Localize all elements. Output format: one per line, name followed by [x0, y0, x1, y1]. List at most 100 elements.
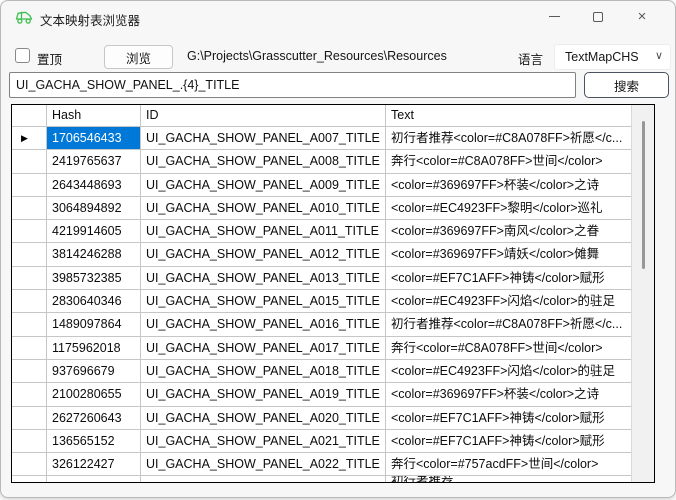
title-bar[interactable]: 文本映射表浏览器 × — [1, 1, 675, 33]
row-selector-cell[interactable] — [12, 220, 47, 242]
language-label: 语言 — [518, 49, 543, 68]
row-selector-cell[interactable] — [12, 174, 47, 196]
column-header-text[interactable]: Text — [386, 105, 631, 126]
table-row[interactable]: 2100280655UI_GACHA_SHOW_PANEL_A019_TITLE… — [12, 383, 631, 406]
cell-id[interactable]: UI_GACHA_SHOW_PANEL_A015_TITLE — [141, 290, 386, 312]
language-select[interactable]: TextMapCHS ∨ — [554, 44, 671, 70]
row-selector-cell[interactable] — [12, 383, 47, 405]
row-selector-cell[interactable] — [12, 267, 47, 289]
cell-text[interactable]: <color=#369697FF>靖妖</color>傩舞 — [386, 243, 631, 265]
chevron-down-icon: ∨ — [655, 49, 663, 62]
cell-id[interactable]: UI_GACHA_SHOW_PANEL_A009_TITLE — [141, 174, 386, 196]
cell-hash[interactable]: 136565152 — [47, 430, 141, 452]
search-button[interactable]: 搜索 — [584, 72, 669, 98]
cell-hash[interactable]: 1706546433 — [47, 127, 141, 149]
cell-hash[interactable]: 937696679 — [47, 360, 141, 382]
row-selector-cell[interactable] — [12, 453, 47, 475]
cell-hash[interactable]: 2419765637 — [47, 150, 141, 172]
cell-hash[interactable]: 2643448693 — [47, 174, 141, 196]
cell-id[interactable]: UI_GACHA_SHOW_PANEL_A010_TITLE — [141, 197, 386, 219]
cell-text[interactable]: <color=#EC4923FF>闪焰</color>的驻足 — [386, 360, 631, 382]
cell-hash[interactable]: 1489097864 — [47, 313, 141, 335]
row-selector-cell[interactable] — [12, 407, 47, 429]
cell-text[interactable]: <color=#369697FF>杯装</color>之诗 — [386, 174, 631, 196]
pin-on-top-checkbox[interactable] — [15, 48, 30, 63]
grid-body: ▶1706546433UI_GACHA_SHOW_PANEL_A007_TITL… — [12, 127, 631, 482]
cell-hash[interactable]: 3814246288 — [47, 243, 141, 265]
cell-text[interactable]: <color=#EC4923FF>黎明</color>巡礼 — [386, 197, 631, 219]
cell-text[interactable]: 初行者推荐<color=#C8A078FF>祈愿</c... — [386, 313, 631, 335]
table-row[interactable]: 1489097864UI_GACHA_SHOW_PANEL_A016_TITLE… — [12, 313, 631, 336]
table-row[interactable]: ▶1706546433UI_GACHA_SHOW_PANEL_A007_TITL… — [12, 127, 631, 150]
cell-text[interactable]: <color=#369697FF>南风</color>之眷 — [386, 220, 631, 242]
cell-id[interactable]: UI_GACHA_SHOW_PANEL_A017_TITLE — [141, 337, 386, 359]
cell-text[interactable]: <color=#EF7C1AFF>神铸</color>赋形 — [386, 267, 631, 289]
minimize-button[interactable] — [532, 2, 576, 31]
vertical-scrollbar[interactable] — [631, 105, 654, 482]
cell-id[interactable]: UI_GACHA_SHOW_PANEL_A019_TITLE — [141, 383, 386, 405]
cell-hash[interactable]: 4219914605 — [47, 220, 141, 242]
cell-id[interactable]: UI_GACHA_SHOW_PANEL_A022_TITLE — [141, 453, 386, 475]
cell-id[interactable]: UI_GACHA_SHOW_PANEL_A008_TITLE — [141, 150, 386, 172]
close-button[interactable]: × — [620, 2, 664, 31]
browse-button[interactable]: 浏览 — [104, 45, 173, 69]
row-selector-cell[interactable] — [12, 360, 47, 382]
table-row[interactable]: 初行者推荐 — [12, 476, 631, 482]
table-row[interactable]: 2419765637UI_GACHA_SHOW_PANEL_A008_TITLE… — [12, 150, 631, 173]
row-selector-cell[interactable] — [12, 430, 47, 452]
cell-id[interactable]: UI_GACHA_SHOW_PANEL_A013_TITLE — [141, 267, 386, 289]
cell-id[interactable]: UI_GACHA_SHOW_PANEL_A007_TITLE — [141, 127, 386, 149]
column-header-id[interactable]: ID — [141, 105, 386, 126]
maximize-button[interactable] — [576, 2, 620, 31]
table-row[interactable]: 4219914605UI_GACHA_SHOW_PANEL_A011_TITLE… — [12, 220, 631, 243]
search-input[interactable] — [9, 72, 576, 98]
cell-id[interactable]: UI_GACHA_SHOW_PANEL_A018_TITLE — [141, 360, 386, 382]
cell-hash[interactable]: 2830640346 — [47, 290, 141, 312]
cell-text[interactable]: <color=#EF7C1AFF>神铸</color>赋形 — [386, 407, 631, 429]
row-selector-cell[interactable] — [12, 337, 47, 359]
cell-hash[interactable]: 2100280655 — [47, 383, 141, 405]
row-selector-cell[interactable] — [12, 243, 47, 265]
cell-hash[interactable]: 2627260643 — [47, 407, 141, 429]
grid-header-row: Hash ID Text — [12, 105, 631, 127]
table-row[interactable]: 3064894892UI_GACHA_SHOW_PANEL_A010_TITLE… — [12, 197, 631, 220]
row-selector-cell[interactable]: ▶ — [12, 127, 47, 149]
row-selector-cell[interactable] — [12, 313, 47, 335]
cell-id[interactable]: UI_GACHA_SHOW_PANEL_A011_TITLE — [141, 220, 386, 242]
row-selector-cell[interactable] — [12, 290, 47, 312]
cell-text[interactable]: <color=#369697FF>杯装</color>之诗 — [386, 383, 631, 405]
table-row[interactable]: 937696679UI_GACHA_SHOW_PANEL_A018_TITLE<… — [12, 360, 631, 383]
table-row[interactable]: 1175962018UI_GACHA_SHOW_PANEL_A017_TITLE… — [12, 337, 631, 360]
row-selector-header[interactable] — [12, 105, 47, 126]
cell-text[interactable]: 奔行<color=#C8A078FF>世间</color> — [386, 337, 631, 359]
cell-id[interactable]: UI_GACHA_SHOW_PANEL_A021_TITLE — [141, 430, 386, 452]
table-row[interactable]: 2627260643UI_GACHA_SHOW_PANEL_A020_TITLE… — [12, 407, 631, 430]
row-selector-cell[interactable] — [12, 476, 47, 482]
cell-text[interactable]: <color=#EF7C1AFF>神铸</color>赋形 — [386, 430, 631, 452]
table-row[interactable]: 2643448693UI_GACHA_SHOW_PANEL_A009_TITLE… — [12, 174, 631, 197]
cell-hash[interactable]: 3064894892 — [47, 197, 141, 219]
row-selector-cell[interactable] — [12, 197, 47, 219]
cell-text[interactable]: 初行者推荐 — [386, 476, 631, 482]
column-header-hash[interactable]: Hash — [47, 105, 141, 126]
table-row[interactable]: 136565152UI_GACHA_SHOW_PANEL_A021_TITLE<… — [12, 430, 631, 453]
cell-hash[interactable]: 3985732385 — [47, 267, 141, 289]
table-row[interactable]: 2830640346UI_GACHA_SHOW_PANEL_A015_TITLE… — [12, 290, 631, 313]
cell-text[interactable]: <color=#EC4923FF>闪焰</color>的驻足 — [386, 290, 631, 312]
cell-text[interactable]: 奔行<color=#757acdFF>世间</color> — [386, 453, 631, 475]
table-row[interactable]: 3814246288UI_GACHA_SHOW_PANEL_A012_TITLE… — [12, 243, 631, 266]
cell-hash[interactable]: 326122427 — [47, 453, 141, 475]
cell-id[interactable]: UI_GACHA_SHOW_PANEL_A016_TITLE — [141, 313, 386, 335]
cell-hash[interactable] — [47, 476, 141, 482]
cell-text[interactable]: 奔行<color=#C8A078FF>世间</color> — [386, 150, 631, 172]
row-selector-cell[interactable] — [12, 150, 47, 172]
close-icon: × — [638, 9, 647, 24]
cell-text[interactable]: 初行者推荐<color=#C8A078FF>祈愿</c... — [386, 127, 631, 149]
cell-id[interactable]: UI_GACHA_SHOW_PANEL_A012_TITLE — [141, 243, 386, 265]
scrollbar-thumb[interactable] — [642, 121, 645, 269]
table-row[interactable]: 326122427UI_GACHA_SHOW_PANEL_A022_TITLE奔… — [12, 453, 631, 476]
cell-hash[interactable]: 1175962018 — [47, 337, 141, 359]
cell-id[interactable]: UI_GACHA_SHOW_PANEL_A020_TITLE — [141, 407, 386, 429]
cell-id[interactable] — [141, 476, 386, 482]
table-row[interactable]: 3985732385UI_GACHA_SHOW_PANEL_A013_TITLE… — [12, 267, 631, 290]
